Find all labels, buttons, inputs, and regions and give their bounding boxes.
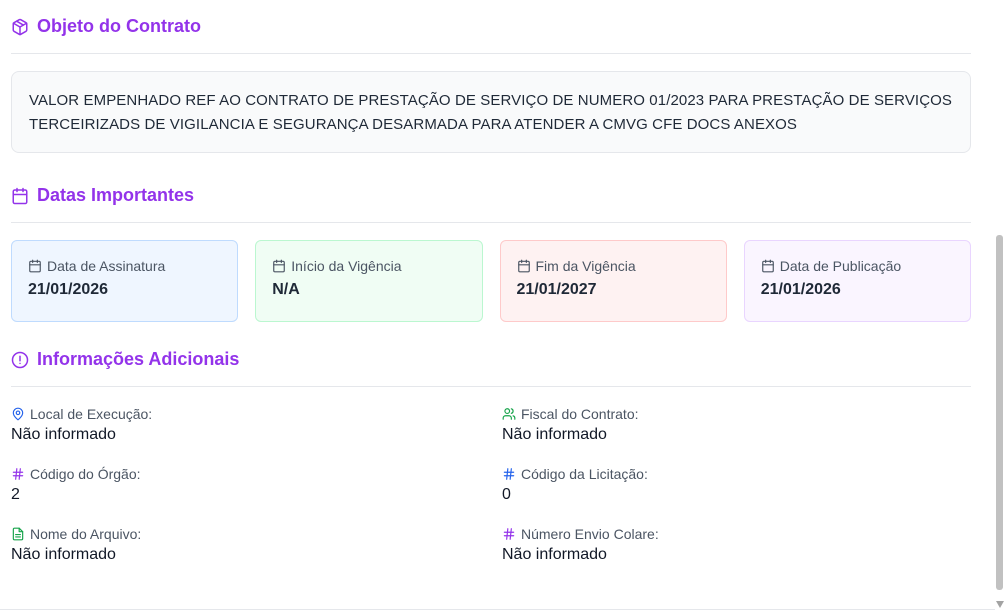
info-header: Informações Adicionais (11, 333, 971, 387)
dates-row: Data de Assinatura 21/01/2026 Início da … (11, 240, 971, 322)
info-label: Fiscal do Contrato: (521, 406, 639, 422)
datas-header: Datas Importantes (11, 169, 971, 223)
scrollbar-thumb[interactable] (996, 235, 1003, 590)
info-label: Nome do Arquivo: (30, 526, 142, 542)
info-item-nome-arquivo: Nome do Arquivo: Não informado (11, 525, 502, 569)
date-card-fim: Fim da Vigência 21/01/2027 (499, 240, 727, 322)
info-value: Não informado (11, 546, 116, 563)
info-title: Informações Adicionais (37, 349, 240, 369)
alert-circle-icon (11, 351, 29, 368)
date-value: 21/01/2027 (516, 281, 597, 298)
calendar-icon (761, 259, 774, 273)
calendar-icon (517, 259, 530, 273)
date-value: N/A (272, 281, 300, 298)
info-value: 0 (502, 486, 511, 503)
info-grid: Local de Execução: Não informado Fiscal … (11, 405, 971, 569)
vertical-scrollbar[interactable] (995, 0, 1005, 611)
file-text-icon (12, 527, 24, 541)
hash-icon (503, 528, 515, 540)
info-value: Não informado (11, 426, 116, 443)
date-card-inicio: Início da Vigência N/A (255, 240, 483, 322)
info-label: Número Envio Colare: (521, 526, 659, 542)
date-value: 21/01/2026 (28, 281, 109, 298)
scroll-down-arrow-icon[interactable] (996, 601, 1004, 608)
bottom-divider (0, 609, 1005, 610)
date-value: 21/01/2026 (760, 281, 841, 298)
map-pin-icon (12, 407, 24, 421)
date-label: Data de Assinatura (47, 258, 166, 274)
datas-title: Datas Importantes (37, 185, 195, 205)
info-value: 2 (11, 486, 20, 503)
calendar-icon (29, 259, 41, 273)
info-item-local: Local de Execução: Não informado (11, 405, 502, 449)
calendar-icon (273, 259, 286, 273)
info-value: Não informado (502, 546, 607, 563)
objeto-text: VALOR EMPENHADO REF AO CONTRATO DE PREST… (11, 71, 971, 153)
package-icon (12, 18, 28, 35)
info-label: Código da Licitação: (521, 466, 648, 482)
date-card-assinatura: Data de Assinatura 21/01/2026 (11, 240, 239, 322)
info-item-fiscal: Fiscal do Contrato: Não informado (502, 405, 971, 449)
info-label: Local de Execução: (30, 406, 153, 422)
contract-details: Objeto do Contrato VALOR EMPENHADO REF A… (11, 0, 971, 569)
objeto-title: Objeto do Contrato (37, 16, 201, 36)
date-card-publicacao: Data de Publicação 21/01/2026 (743, 240, 971, 322)
date-label: Data de Publicação (779, 258, 902, 274)
calendar-icon (12, 187, 28, 204)
info-value: Não informado (502, 426, 607, 443)
users-icon (502, 408, 516, 420)
date-label: Início da Vigência (291, 258, 402, 274)
hash-icon (503, 468, 515, 480)
info-item-codigo-licitacao: Código da Licitação: 0 (502, 465, 971, 509)
date-label: Fim da Vigência (535, 258, 636, 274)
hash-icon (12, 468, 24, 480)
info-item-codigo-orgao: Código do Órgão: 2 (11, 465, 502, 509)
objeto-header: Objeto do Contrato (11, 0, 971, 54)
info-label: Código do Órgão: (30, 466, 141, 482)
info-item-envio-colare: Número Envio Colare: Não informado (502, 525, 971, 569)
